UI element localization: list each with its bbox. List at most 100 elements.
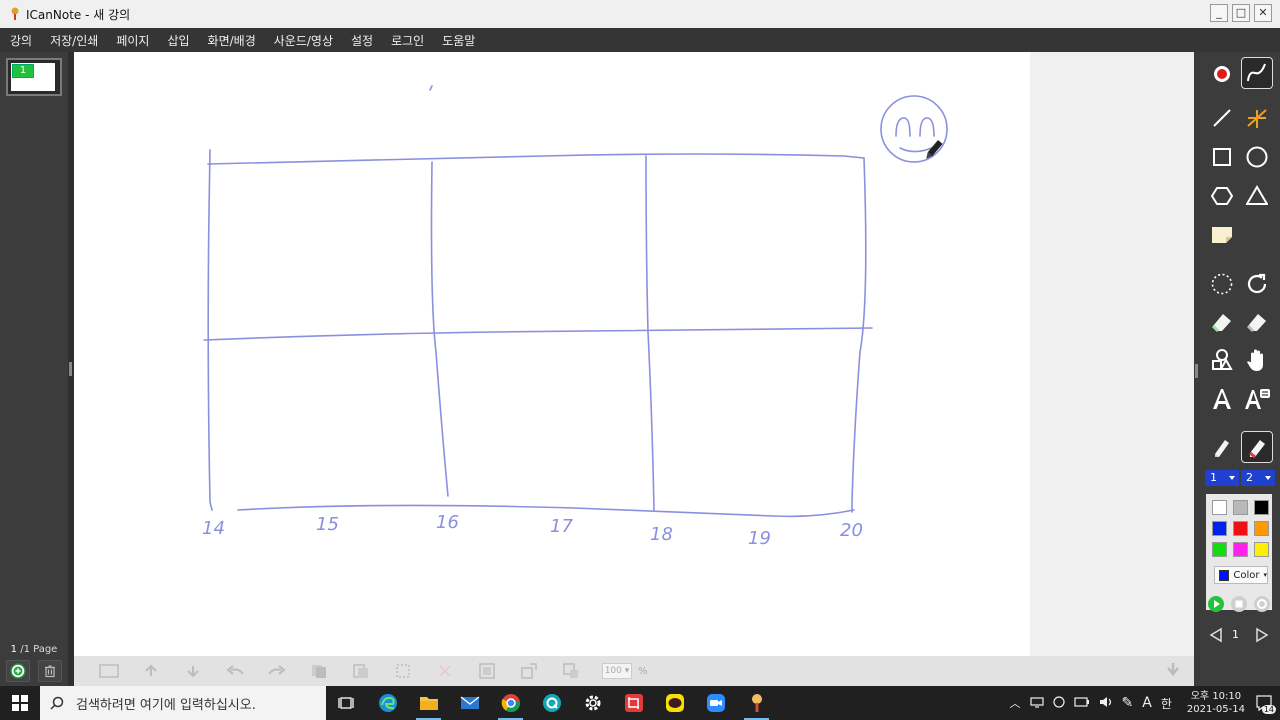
fullscreen-button[interactable]: [98, 662, 120, 680]
delete-page-button[interactable]: [38, 660, 62, 682]
rotate-tool[interactable]: [1241, 268, 1273, 300]
add-page-button[interactable]: [6, 660, 30, 682]
next-page-button[interactable]: [1246, 619, 1278, 651]
input-language[interactable]: 한: [1161, 695, 1172, 712]
fit-screen-button[interactable]: [476, 662, 498, 680]
hand-tool[interactable]: [1241, 344, 1273, 376]
chrome-app[interactable]: [490, 686, 531, 720]
network-icon[interactable]: [1029, 696, 1044, 711]
scroll-down-button[interactable]: [1166, 662, 1180, 680]
rectangle-tool[interactable]: [1206, 141, 1238, 173]
close-button[interactable]: ✕: [1254, 4, 1272, 22]
pen-tool[interactable]: [1241, 57, 1273, 89]
delete-selection-button[interactable]: [434, 662, 456, 680]
triangle-tool[interactable]: [1241, 180, 1273, 212]
copy-button[interactable]: [308, 662, 330, 680]
redo-button[interactable]: [266, 662, 288, 680]
pen-input-icon[interactable]: ✎: [1122, 695, 1134, 711]
color-blue[interactable]: [1212, 521, 1227, 536]
menu-insert[interactable]: 삽입: [163, 32, 199, 49]
clock[interactable]: 오후 10:10 2021-05-14: [1187, 690, 1245, 716]
menu-lecture[interactable]: 강의: [6, 32, 42, 49]
select-area-button[interactable]: [392, 662, 414, 680]
battery-icon[interactable]: [1073, 696, 1090, 710]
maximize-button[interactable]: □: [1232, 4, 1250, 22]
chevron-up-icon[interactable]: ︿: [1010, 695, 1021, 711]
kakaotalk-icon: [665, 694, 684, 712]
options-button[interactable]: [1246, 588, 1278, 620]
axis-label-18: 18: [650, 524, 673, 545]
color-gray[interactable]: [1233, 500, 1248, 515]
menu-help[interactable]: 도움말: [438, 32, 485, 49]
bluetooth-icon[interactable]: [1052, 695, 1065, 711]
line-tool[interactable]: [1206, 102, 1238, 134]
color-black[interactable]: [1254, 500, 1269, 515]
gear-icon: [1254, 596, 1270, 612]
menu-screen-background[interactable]: 화면/배경: [204, 32, 266, 49]
undo-button[interactable]: [224, 662, 246, 680]
prev-page-button[interactable]: [1200, 619, 1232, 651]
color-white[interactable]: [1212, 500, 1227, 515]
axis-label-16: 16: [436, 512, 459, 533]
icannote-app[interactable]: [736, 686, 777, 720]
color-orange[interactable]: [1254, 521, 1269, 536]
screen-capture-app[interactable]: [613, 686, 654, 720]
start-button[interactable]: [0, 686, 40, 720]
notification-center[interactable]: 14: [1254, 693, 1276, 714]
handwriting-layer: 14 15 16 17 18 19 20: [202, 85, 948, 549]
menu-save-print[interactable]: 저장/인쇄: [46, 32, 108, 49]
color-green[interactable]: [1212, 542, 1227, 557]
text-tool[interactable]: [1206, 383, 1238, 415]
volume-icon[interactable]: [1099, 696, 1113, 711]
capture-icon: [624, 694, 643, 712]
settings-app[interactable]: [572, 686, 613, 720]
zoom-out-button[interactable]: [560, 662, 582, 680]
kakaotalk-app[interactable]: [654, 686, 695, 720]
menu-sound-video[interactable]: 사운드/영상: [270, 32, 343, 49]
minimize-button[interactable]: _: [1210, 4, 1228, 22]
font-icon[interactable]: A: [1142, 695, 1152, 711]
lasso-select-tool[interactable]: [1206, 268, 1238, 300]
eraser-tool[interactable]: [1206, 306, 1238, 338]
highlighter-tool[interactable]: [1241, 431, 1273, 463]
eraser-all-tool[interactable]: [1241, 306, 1273, 338]
edge-app[interactable]: [367, 686, 408, 720]
shapes-tool[interactable]: [1206, 344, 1238, 376]
canvas-area[interactable]: 14 15 16 17 18 19 20: [74, 52, 1194, 656]
zoom-select[interactable]: 100 ▾: [602, 663, 632, 679]
notification-count: 14: [1261, 705, 1276, 714]
move-up-button[interactable]: [140, 662, 162, 680]
q-app[interactable]: [531, 686, 572, 720]
record-button[interactable]: [1206, 58, 1238, 90]
file-explorer-app[interactable]: [408, 686, 449, 720]
eraser-icon: [1211, 314, 1231, 333]
menu-login[interactable]: 로그인: [387, 32, 434, 49]
color-picker-button[interactable]: Color ▾: [1214, 566, 1268, 584]
bottom-toolbar: 100 ▾ %: [74, 656, 1194, 686]
color-yellow[interactable]: [1254, 542, 1269, 557]
thumbnail-page-number: 1: [12, 64, 34, 78]
page-thumbnail[interactable]: 1: [6, 58, 62, 96]
hexagon-tool[interactable]: [1206, 180, 1238, 212]
drawing-canvas[interactable]: 14 15 16 17 18 19 20: [74, 52, 1030, 656]
pen-width-2-select[interactable]: 2: [1241, 470, 1275, 486]
taskbar-search[interactable]: 검색하려면 여기에 입력하십시오.: [40, 686, 326, 720]
edge-icon: [378, 694, 397, 712]
circle-tool[interactable]: [1241, 141, 1273, 173]
axis-tool[interactable]: [1241, 102, 1273, 134]
color-magenta[interactable]: [1233, 542, 1248, 557]
menu-page[interactable]: 페이지: [112, 32, 159, 49]
pen-width-1-select[interactable]: 1: [1205, 470, 1239, 486]
mail-app[interactable]: [449, 686, 490, 720]
menu-settings[interactable]: 설정: [347, 32, 383, 49]
color-red[interactable]: [1233, 521, 1248, 536]
task-view-icon: [337, 697, 354, 709]
zoom-app[interactable]: [695, 686, 736, 720]
sticky-note-tool[interactable]: [1206, 219, 1238, 251]
zoom-in-button[interactable]: [518, 662, 540, 680]
pencil-tool[interactable]: [1206, 431, 1238, 463]
paste-button[interactable]: [350, 662, 372, 680]
move-down-button[interactable]: [182, 662, 204, 680]
task-view-button[interactable]: [326, 686, 367, 720]
text-format-tool[interactable]: [1241, 383, 1273, 415]
